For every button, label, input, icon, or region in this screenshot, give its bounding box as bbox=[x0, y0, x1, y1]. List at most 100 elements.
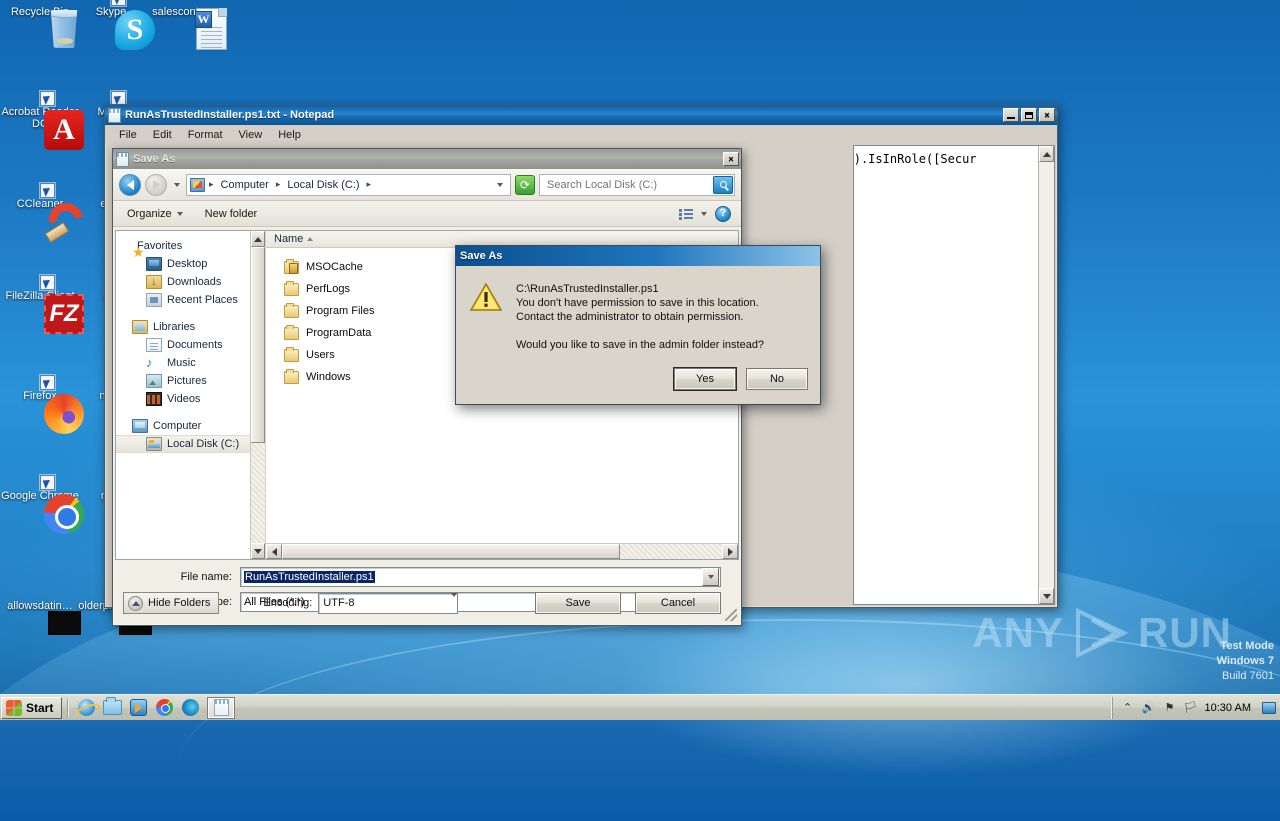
chevron-right-icon: ▸ bbox=[209, 179, 214, 189]
dialog-message-line: Contact the administrator to obtain perm… bbox=[516, 311, 744, 323]
tree-item-recent-places[interactable]: Recent Places bbox=[116, 291, 265, 309]
folder-icon bbox=[284, 368, 299, 384]
list-view-icon[interactable] bbox=[679, 208, 693, 220]
taskbar-task-notepad[interactable] bbox=[207, 696, 236, 719]
start-button[interactable]: Start bbox=[1, 696, 63, 719]
shortcut-overlay-icon bbox=[40, 91, 55, 106]
cancel-button[interactable]: Cancel bbox=[635, 592, 721, 614]
tree-item-pictures[interactable]: Pictures bbox=[116, 372, 265, 390]
menu-item-help[interactable]: Help bbox=[270, 127, 309, 143]
dialog-body: C:\RunAsTrustedInstaller.ps1 You don't h… bbox=[456, 266, 820, 352]
desktop-icon bbox=[146, 257, 162, 271]
hide-folders-button[interactable]: Hide Folders bbox=[123, 592, 220, 614]
menu-item-edit[interactable]: Edit bbox=[145, 127, 180, 143]
yes-button[interactable]: Yes bbox=[674, 368, 736, 390]
encoding-label: Encoding: bbox=[263, 597, 313, 609]
notepad-icon bbox=[116, 151, 129, 167]
file-name-dropdown-button[interactable] bbox=[702, 568, 719, 586]
locked-folder-icon bbox=[284, 258, 299, 274]
clock[interactable]: 10:30 AM bbox=[1205, 702, 1251, 714]
notepad-menubar[interactable]: File Edit Format View Help bbox=[105, 125, 1057, 144]
scroll-down-button[interactable] bbox=[251, 543, 265, 559]
recent-places-icon bbox=[146, 293, 162, 307]
dialog-message-line: C:\RunAsTrustedInstaller.ps1 bbox=[516, 283, 659, 295]
no-button[interactable]: No bbox=[746, 368, 808, 390]
back-button[interactable] bbox=[119, 173, 141, 196]
tree-item-local-disk-c[interactable]: Local Disk (C:) bbox=[116, 435, 265, 453]
file-list-horizontal-scrollbar[interactable] bbox=[266, 543, 738, 559]
search-box[interactable] bbox=[539, 173, 735, 196]
file-name-input[interactable]: RunAsTrustedInstaller.ps1 bbox=[240, 567, 721, 587]
permission-warning-dialog[interactable]: Save As C:\RunAsTrustedInstaller.ps1 You… bbox=[455, 245, 821, 405]
folder-icon bbox=[284, 346, 299, 362]
search-input[interactable] bbox=[545, 177, 713, 192]
menu-item-file[interactable]: File bbox=[111, 127, 145, 143]
scroll-right-button[interactable] bbox=[722, 544, 738, 559]
breadcrumb-computer[interactable]: Computer bbox=[218, 178, 272, 192]
quick-launch-chrome[interactable] bbox=[151, 697, 177, 719]
notepad-icon bbox=[213, 699, 229, 716]
save-as-titlebar[interactable]: Save As × bbox=[113, 149, 741, 169]
menu-item-format[interactable]: Format bbox=[180, 127, 231, 143]
address-history-dropdown-icon[interactable] bbox=[493, 182, 507, 187]
desktop-icon-salescontent[interactable]: W salesconten… bbox=[145, 6, 229, 50]
navigation-tree: ★ Favorites Desktop Downloads Recent Pla… bbox=[116, 231, 265, 453]
minimize-button[interactable] bbox=[1003, 108, 1019, 122]
quick-launch-windows-media-player[interactable] bbox=[125, 697, 151, 719]
scroll-left-button[interactable] bbox=[266, 544, 282, 559]
scrollbar-thumb[interactable] bbox=[251, 247, 265, 443]
column-header-name[interactable]: Name bbox=[266, 233, 314, 245]
navigation-pane[interactable]: ★ Favorites Desktop Downloads Recent Pla… bbox=[116, 231, 266, 559]
scrollbar-track[interactable] bbox=[251, 247, 265, 543]
maximize-button[interactable] bbox=[1021, 108, 1037, 122]
network-icon[interactable]: 🏳 bbox=[1184, 701, 1198, 715]
tree-item-libraries[interactable]: Libraries bbox=[116, 318, 265, 336]
desktop-icon-skype[interactable]: S Skype bbox=[69, 0, 155, 50]
breadcrumb-local-disk[interactable]: Local Disk (C:) bbox=[284, 178, 362, 192]
recent-pages-dropdown-icon[interactable] bbox=[171, 182, 182, 187]
quick-launch-internet-explorer[interactable] bbox=[73, 697, 99, 719]
tree-item-music[interactable]: ♪ Music bbox=[116, 354, 265, 372]
address-breadcrumb-bar[interactable]: ▸ Computer ▸ Local Disk (C:) ▸ bbox=[186, 173, 511, 196]
tree-item-computer[interactable]: Computer bbox=[116, 417, 265, 435]
help-button[interactable]: ? bbox=[715, 205, 731, 222]
close-button[interactable]: × bbox=[723, 152, 739, 166]
notepad-vertical-scrollbar[interactable] bbox=[1038, 146, 1054, 604]
scrollbar-track[interactable] bbox=[620, 544, 722, 559]
tree-item-label: Music bbox=[167, 357, 196, 369]
refresh-button[interactable]: ⟳ bbox=[515, 174, 535, 195]
show-desktop-button[interactable] bbox=[1262, 701, 1276, 714]
tree-item-documents[interactable]: Documents bbox=[116, 336, 265, 354]
volume-icon[interactable]: 🔊 bbox=[1142, 701, 1156, 715]
search-icon[interactable] bbox=[713, 175, 733, 194]
file-name-label: File name: bbox=[180, 571, 232, 583]
quick-launch-edge[interactable] bbox=[177, 697, 203, 719]
tree-item-videos[interactable]: Videos bbox=[116, 390, 265, 408]
tree-item-downloads[interactable]: Downloads bbox=[116, 273, 265, 291]
resize-grip[interactable] bbox=[725, 609, 737, 621]
show-hidden-icons-chevron-icon[interactable]: ⌃ bbox=[1121, 701, 1135, 715]
encoding-select[interactable]: UTF-8 bbox=[318, 592, 459, 614]
notepad-title: RunAsTrustedInstaller.ps1.txt - Notepad bbox=[125, 109, 335, 121]
videos-library-icon bbox=[146, 392, 162, 406]
save-button[interactable]: Save bbox=[535, 592, 621, 614]
scroll-down-button[interactable] bbox=[1039, 588, 1054, 604]
scroll-up-button[interactable] bbox=[251, 231, 265, 247]
action-center-icon[interactable]: ⚑ bbox=[1163, 701, 1177, 715]
notepad-text-area[interactable]: entity]::GetCurrent()).IsInRole([Secur -… bbox=[853, 145, 1055, 605]
scroll-up-button[interactable] bbox=[1039, 146, 1054, 162]
new-folder-button[interactable]: New folder bbox=[201, 206, 262, 222]
tree-item-label: Videos bbox=[167, 393, 201, 405]
notepad-titlebar[interactable]: RunAsTrustedInstaller.ps1.txt - Notepad … bbox=[105, 105, 1057, 125]
menu-item-view[interactable]: View bbox=[231, 127, 271, 143]
organize-button[interactable]: Organize bbox=[123, 206, 187, 222]
chevron-right-icon: ▸ bbox=[275, 179, 281, 189]
quick-launch-windows-explorer[interactable] bbox=[99, 697, 125, 719]
tree-item-favorites[interactable]: ★ Favorites bbox=[116, 237, 265, 259]
view-options-chevron-down-icon[interactable] bbox=[701, 211, 707, 216]
forward-button[interactable] bbox=[145, 173, 167, 196]
scrollbar-thumb[interactable] bbox=[282, 544, 620, 559]
navigation-pane-scrollbar[interactable] bbox=[250, 231, 265, 559]
encoding-dropdown-button[interactable] bbox=[451, 593, 458, 609]
close-button[interactable]: × bbox=[1039, 108, 1055, 122]
